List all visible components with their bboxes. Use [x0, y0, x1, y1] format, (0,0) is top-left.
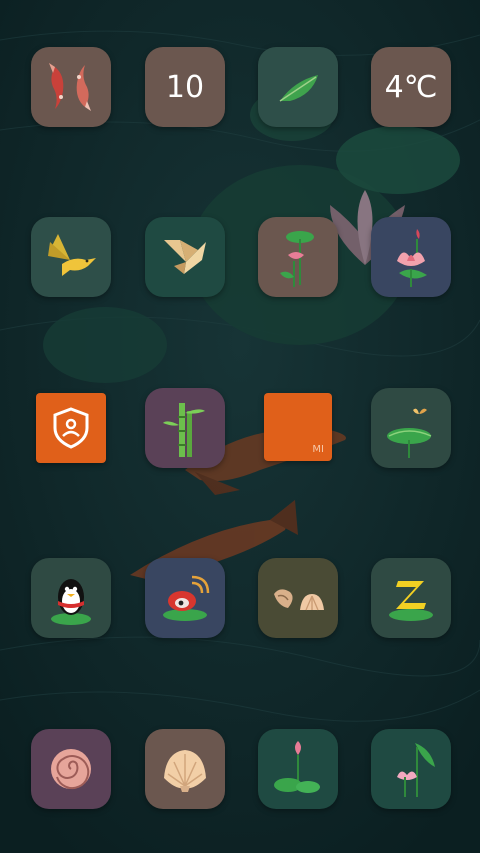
lotus-flower-icon	[397, 743, 435, 797]
paper-crane-app[interactable]	[145, 217, 225, 297]
weather-temperature-label: 4℃	[384, 69, 438, 105]
spiral-shell-app[interactable]	[31, 729, 111, 809]
pink-lotus-app[interactable]	[371, 217, 451, 297]
weather-app[interactable]: 4℃	[371, 47, 451, 127]
lotus-flower-app[interactable]	[371, 729, 451, 809]
bamboo-icon	[163, 403, 205, 457]
paper-crane-icon	[164, 240, 206, 274]
golden-bird-icon	[48, 234, 96, 276]
scallop-shell-app[interactable]	[145, 729, 225, 809]
security-app[interactable]	[36, 393, 106, 463]
leaf-app[interactable]	[258, 47, 338, 127]
seashells-icon	[274, 589, 324, 611]
security-shield-icon	[53, 407, 89, 449]
lotus-pad-icon	[274, 741, 320, 793]
spiral-shell-icon	[51, 749, 91, 790]
lotus-bud-icon	[280, 231, 314, 287]
koi-fish-app[interactable]	[31, 47, 111, 127]
calendar-day-label: 10	[165, 69, 205, 105]
home-screen-grid: 10 4℃ MI	[0, 0, 480, 853]
sleep-z-icon	[389, 581, 433, 621]
weibo-app[interactable]	[145, 558, 225, 638]
penguin-qq-icon	[51, 579, 91, 625]
scallop-shell-icon	[164, 750, 206, 792]
lotus-pad-app[interactable]	[258, 729, 338, 809]
koi-fish-icon	[49, 63, 91, 111]
calendar-app[interactable]: 10	[145, 47, 225, 127]
sleep-app[interactable]	[371, 558, 451, 638]
weibo-icon	[163, 575, 210, 621]
seashells-app[interactable]	[258, 558, 338, 638]
mi-brand-label: MI	[312, 444, 324, 455]
pink-lotus-icon	[397, 229, 427, 287]
lotus-butterfly-app[interactable]	[371, 388, 451, 468]
lotus-butterfly-icon	[387, 408, 432, 458]
qq-app[interactable]	[31, 558, 111, 638]
bamboo-app[interactable]	[145, 388, 225, 468]
golden-bird-app[interactable]	[31, 217, 111, 297]
leaf-icon	[279, 75, 318, 102]
lotus-bud-app[interactable]	[258, 217, 338, 297]
mi-store-app[interactable]: MI	[264, 393, 332, 461]
